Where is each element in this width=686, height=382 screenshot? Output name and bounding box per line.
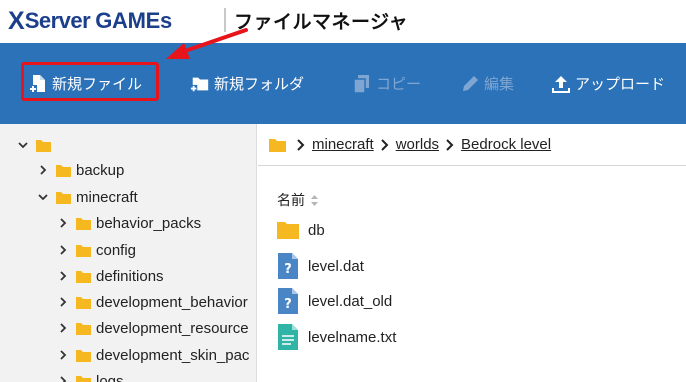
callout-arrow-icon [166,28,248,59]
upload-icon [551,74,571,94]
page-title: ファイルマネージャ [234,11,409,33]
tree-root[interactable] [16,132,56,158]
pencil-icon [460,74,480,94]
tree-item-label: minecraft [76,188,138,206]
file-row-db[interactable]: db [277,215,325,245]
folder-icon [76,322,91,335]
tree-item-label: development_behavior [96,293,248,311]
tree-item-development-behavior[interactable]: development_behavior [56,289,248,315]
upload-label: アップロード [575,75,666,93]
tree-item-definitions[interactable]: definitions [56,263,164,289]
xserver-games-logo[interactable]: X Server GAMEs [8,7,172,35]
tree-item-label: config [96,241,137,259]
tree-item-logs[interactable]: logs [56,368,124,382]
breadcrumb-link[interactable]: Bedrock level [461,136,551,153]
chevron-down-icon[interactable] [16,138,30,152]
logo-server: Server [24,8,91,33]
breadcrumb-link[interactable]: worlds [396,136,439,153]
folder-icon [76,217,91,230]
tree-item-label: logs [96,372,124,382]
folder-icon [76,349,91,362]
app-header: X Server GAMEs ファイルマネージャ [0,0,686,43]
chevron-right-icon [294,138,308,152]
chevron-down-icon[interactable] [36,190,50,204]
chevron-right-icon[interactable] [56,295,70,309]
tree-item-development-resource[interactable]: development_resource [56,315,249,341]
svg-text:?: ? [284,297,292,312]
folder-icon [76,296,91,309]
tree-item-development-skin-packs[interactable]: development_skin_pac [56,342,249,368]
tree-item-label: development_skin_pac [96,346,250,364]
file-row-level-dat[interactable]: ? level.dat [277,251,364,281]
file-name: level.dat [308,257,364,275]
logo-x: X [8,6,25,35]
copy-icon [352,74,372,94]
new-folder-label: 新規フォルダ [214,75,305,93]
file-list: 名前 db ? level.dat ? level.dat_old leveln… [258,167,686,382]
file-name: levelname.txt [308,328,397,346]
folder-icon [56,164,71,177]
column-label: 名前 [277,193,305,209]
tree-item-behavior-packs[interactable]: behavior_packs [56,210,201,236]
chevron-right-icon[interactable] [56,243,70,257]
breadcrumb-root-folder-icon[interactable] [269,138,286,152]
tree-item-label: behavior_packs [96,214,202,232]
tree-item-label: definitions [96,267,164,285]
svg-text:?: ? [284,262,292,277]
chevron-right-icon[interactable] [56,321,70,335]
tree-item-label: development_resource [96,319,249,337]
file-name: level.dat_old [308,292,393,310]
folder-icon [76,375,91,382]
folder-tree: backup minecraft behavior_packs config d… [0,124,257,382]
unknown-file-icon: ? [277,253,299,279]
file-row-level-dat-old[interactable]: ? level.dat_old [277,286,392,316]
breadcrumb-link[interactable]: minecraft [312,136,374,153]
tree-item-label: backup [76,161,125,179]
tree-item-backup[interactable]: backup [36,157,124,183]
chevron-right-icon[interactable] [56,374,70,382]
chevron-right-icon [378,138,392,152]
folder-icon [36,139,51,152]
upload-button[interactable]: アップロード [551,43,665,124]
folder-icon [277,217,299,243]
chevron-right-icon[interactable] [56,348,70,362]
file-row-levelname-txt[interactable]: levelname.txt [277,322,396,352]
file-name: db [308,221,325,239]
folder-icon [76,244,91,257]
chevron-right-icon[interactable] [56,216,70,230]
text-file-icon [277,324,299,350]
chevron-right-icon [443,138,457,152]
edit-label: 編集 [484,75,515,93]
new-file-highlight-box [21,62,159,101]
sort-icon[interactable] [310,194,319,207]
breadcrumb: minecraft worlds Bedrock level [258,124,686,166]
name-column-header[interactable]: 名前 [277,190,319,210]
new-folder-icon [190,74,210,94]
chevron-right-icon[interactable] [36,163,50,177]
unknown-file-icon: ? [277,288,299,314]
chevron-right-icon[interactable] [56,269,70,283]
edit-button[interactable]: 編集 [460,43,514,124]
folder-icon [56,191,71,204]
copy-label: コピー [376,75,422,93]
tree-item-config[interactable]: config [56,237,136,263]
folder-icon [76,270,91,283]
tree-item-minecraft[interactable]: minecraft [36,184,138,210]
copy-button[interactable]: コピー [352,43,421,124]
